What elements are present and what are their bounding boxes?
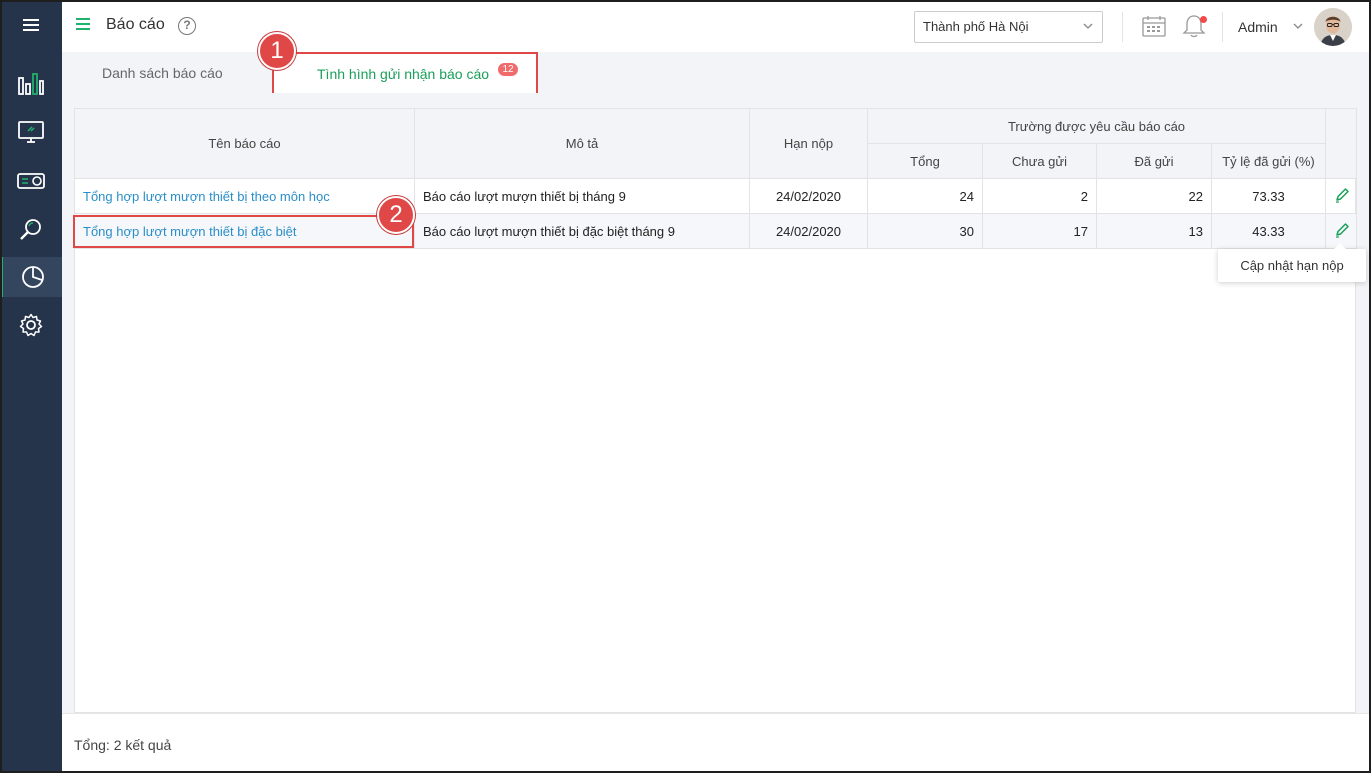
avatar[interactable] xyxy=(1314,8,1352,46)
chart-bars-icon[interactable] xyxy=(0,64,62,104)
report-name-link[interactable]: Tổng hợp lượt mượn thiết bị theo môn học xyxy=(83,189,330,204)
report-desc-cell: Báo cáo lượt mượn thiết bị tháng 9 xyxy=(414,178,750,214)
col-header-not-sent: Chưa gửi xyxy=(982,143,1097,179)
report-not-sent-cell: 2 xyxy=(982,178,1097,214)
report-total-cell: 30 xyxy=(867,213,983,249)
result-count: Tổng: 2 kết quả xyxy=(74,737,172,753)
help-icon[interactable]: ? xyxy=(178,17,196,35)
page-title: Báo cáo xyxy=(106,16,165,33)
col-header-deadline: Hạn nộp xyxy=(749,108,868,179)
footer: Tổng: 2 kết quả xyxy=(62,713,1371,773)
tab-report-status-label: Tình hình gửi nhận báo cáo xyxy=(317,66,490,82)
settings-icon[interactable] xyxy=(0,305,62,345)
search-icon[interactable] xyxy=(0,209,62,249)
city-select-value: Thành phố Hà Nội xyxy=(923,19,1029,34)
tab-count-badge: 12 xyxy=(498,63,518,76)
tab-report-list[interactable]: Danh sách báo cáo xyxy=(102,65,223,81)
step-callout-1: 1 xyxy=(258,32,296,70)
table-row: Tổng hợp lượt mượn thiết bị đặc biệt Báo… xyxy=(74,213,1357,249)
action-cell xyxy=(1325,178,1357,214)
report-ratio-cell: 43.33 xyxy=(1211,213,1326,249)
tab-report-status[interactable]: Tình hình gửi nhận báo cáo 12 xyxy=(272,52,538,96)
col-header-name: Tên báo cáo xyxy=(74,108,415,179)
chevron-down-icon xyxy=(1083,23,1093,29)
col-header-desc: Mô tả xyxy=(414,108,750,179)
report-total-cell: 24 xyxy=(867,178,983,214)
report-name-cell: Tổng hợp lượt mượn thiết bị theo môn học xyxy=(74,178,415,214)
tab-bar: Danh sách báo cáo Tình hình gửi nhận báo… xyxy=(62,52,1371,96)
report-ratio-cell: 73.33 xyxy=(1211,178,1326,214)
monitor-icon[interactable] xyxy=(0,112,62,152)
report-desc-cell: Báo cáo lượt mượn thiết bị đặc biệt thán… xyxy=(414,213,750,249)
edit-pencil-icon[interactable] xyxy=(1334,187,1350,203)
user-name[interactable]: Admin xyxy=(1238,19,1278,35)
report-deadline-cell: 24/02/2020 xyxy=(749,213,868,249)
sidebar xyxy=(0,0,62,773)
step-callout-2: 2 xyxy=(377,196,415,234)
col-header-sent: Đã gửi xyxy=(1096,143,1212,179)
report-sent-cell: 13 xyxy=(1096,213,1212,249)
report-table-panel: Tên báo cáo Mô tả Hạn nộp Trường được yê… xyxy=(74,108,1357,713)
report-name-cell: Tổng hợp lượt mượn thiết bị đặc biệt xyxy=(74,213,415,249)
update-deadline-tooltip: Cập nhật hạn nộp xyxy=(1218,243,1366,282)
chevron-down-icon[interactable] xyxy=(1292,20,1304,32)
divider xyxy=(1222,12,1223,42)
col-header-ratio: Tỷ lệ đã gửi (%) xyxy=(1211,143,1326,179)
projector-icon[interactable] xyxy=(0,161,62,201)
report-not-sent-cell: 17 xyxy=(982,213,1097,249)
city-select[interactable]: Thành phố Hà Nội xyxy=(914,11,1103,43)
report-sent-cell: 22 xyxy=(1096,178,1212,214)
notification-dot xyxy=(1200,16,1207,23)
col-header-total: Tổng xyxy=(867,143,983,179)
main-content: Tên báo cáo Mô tả Hạn nộp Trường được yê… xyxy=(62,93,1371,713)
calendar-icon[interactable] xyxy=(1142,15,1166,37)
col-header-group: Trường được yêu cầu báo cáo xyxy=(867,108,1326,144)
divider xyxy=(1122,12,1123,42)
col-header-action xyxy=(1325,108,1357,179)
report-status-table: Tên báo cáo Mô tả Hạn nộp Trường được yê… xyxy=(74,108,1357,249)
menu-icon[interactable] xyxy=(0,5,62,45)
report-deadline-cell: 24/02/2020 xyxy=(749,178,868,214)
pie-chart-icon[interactable] xyxy=(0,257,62,297)
table-row: Tổng hợp lượt mượn thiết bị theo môn học… xyxy=(74,178,1357,214)
report-name-link[interactable]: Tổng hợp lượt mượn thiết bị đặc biệt xyxy=(83,224,297,239)
menu-toggle-icon[interactable] xyxy=(76,16,92,32)
edit-pencil-icon[interactable] xyxy=(1334,222,1350,238)
